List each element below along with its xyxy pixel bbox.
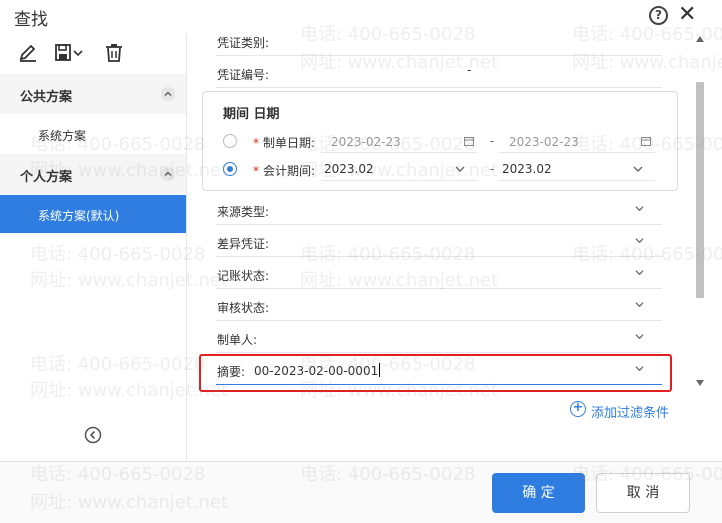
plus-icon: + [570,401,586,417]
diff-voucher-label: 差异凭证: [217,237,270,251]
period-label: * 会计期间: [253,164,316,178]
chevron-down-icon[interactable] [635,268,644,277]
filter-scrollbar[interactable] [693,34,707,390]
cancel-button[interactable]: 取 消 [596,473,690,513]
close-icon[interactable]: ✕ [678,4,696,26]
post-status-label: 记账状态: [217,269,270,283]
scheme-item-label: 系统方案(默认) [38,209,120,223]
calendar-icon[interactable] [464,136,474,146]
filter-panel: 凭证类别: 凭证编号: - 期间 日期 * 制单日期: 2023-02-23 - … [188,34,722,461]
post-status-field[interactable]: 记账状态: [216,261,662,289]
scroll-thumb[interactable] [696,82,704,298]
date-mode-radio[interactable] [223,134,237,148]
voucher-type-field[interactable]: 凭证类别: [216,28,662,56]
date-to-input[interactable]: 2023-02-23 [509,135,579,149]
chevron-down-icon[interactable] [635,236,644,245]
date-separator: - [490,134,495,148]
preparer-field[interactable]: 制单人: [216,325,662,353]
collapse-sidebar-icon[interactable] [84,426,102,444]
voucher-type-label: 凭证类别: [217,36,270,50]
source-type-label: 来源类型: [217,205,270,219]
scheme-sidebar: 公共方案 系统方案 个人方案 系统方案(默认) [0,34,187,461]
dialog-footer: 确 定 取 消 [0,461,722,523]
preparer-label: 制单人: [217,333,258,347]
help-icon[interactable]: ? [649,6,668,25]
audit-status-field[interactable]: 审核状态: [216,293,662,321]
personal-scheme-header[interactable]: 个人方案 [0,154,186,194]
chevron-up-icon[interactable] [161,167,175,181]
trash-icon[interactable] [102,41,126,65]
chevron-up-icon[interactable] [161,87,175,101]
pencil-icon[interactable] [16,41,40,65]
voucher-no-field[interactable]: 凭证编号: - [216,60,662,88]
period-date-title: 期间 日期 [223,107,280,122]
voucher-no-separator: - [467,63,472,77]
period-separator: - [490,162,495,176]
date-from-input[interactable]: 2023-02-23 [331,135,401,149]
public-scheme-header[interactable]: 公共方案 [0,74,186,114]
scroll-down-icon[interactable] [696,380,704,386]
scheme-item-label: 系统方案 [38,129,87,143]
date-label: * 制单日期: [253,136,316,150]
scheme-item-system-default[interactable]: 系统方案(默认) [0,195,186,233]
chevron-down-icon[interactable] [635,300,644,309]
add-filter-label: 添加过滤条件 [591,406,670,421]
calendar-icon[interactable] [641,136,651,146]
period-mode-radio[interactable] [223,162,237,176]
personal-scheme-label: 个人方案 [20,170,73,185]
voucher-no-label: 凭证编号: [217,68,270,82]
scheme-item-system[interactable]: 系统方案 [0,115,186,153]
period-date-box: 期间 日期 * 制单日期: 2023-02-23 - 2023-02-23 * 会计… [202,91,678,191]
chevron-down-icon[interactable] [635,204,644,213]
period-to-select[interactable]: 2023.02 [502,162,552,176]
window-title: 查找 [14,10,48,30]
source-type-field[interactable]: 来源类型: [216,197,662,225]
audit-status-label: 审核状态: [217,301,270,315]
chevron-down-icon[interactable] [455,164,465,174]
highlight-box [199,354,672,392]
scheme-toolbar [0,34,187,72]
chevron-down-icon[interactable] [635,332,644,341]
period-from-select[interactable]: 2023.02 [324,162,374,176]
chevron-down-icon[interactable] [633,164,643,174]
scroll-up-icon[interactable] [696,36,704,42]
public-scheme-label: 公共方案 [20,90,73,105]
ok-button[interactable]: 确 定 [492,473,585,513]
diff-voucher-field[interactable]: 差异凭证: [216,229,662,257]
chevron-down-icon[interactable] [72,41,84,65]
